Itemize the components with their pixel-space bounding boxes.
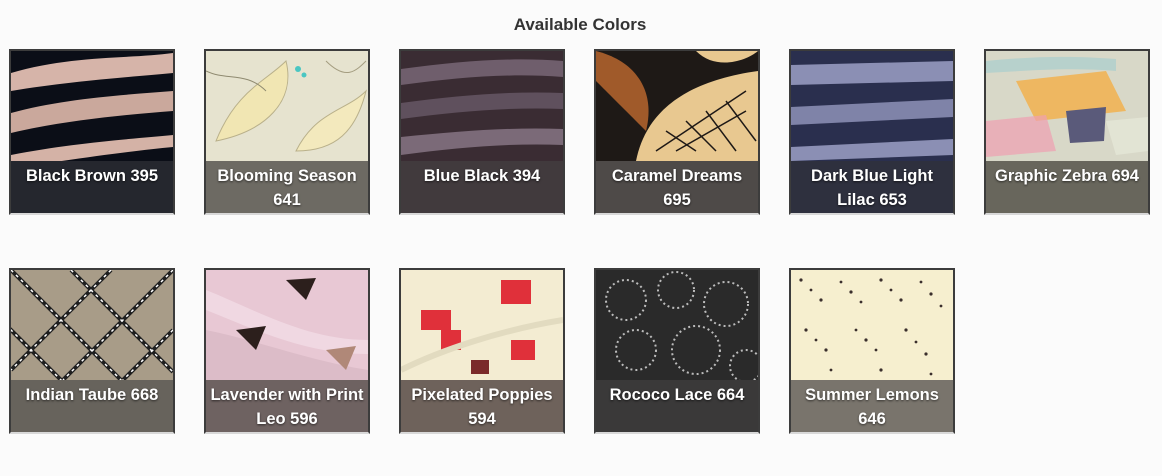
page-title: Available Colors — [513, 15, 647, 34]
swatch-label: Blue Black 394 — [423, 167, 541, 185]
fabric-pattern-black-brown — [11, 51, 173, 161]
fabric-pattern-graphic-zebra — [986, 51, 1148, 161]
fabric-pattern-lavender-print — [206, 270, 368, 380]
fabric-pattern-dark-blue-lilac — [791, 51, 953, 161]
fabric-pattern-blooming — [206, 51, 368, 161]
swatch-image — [791, 270, 953, 380]
swatch-label: Dark Blue Light Lilac 653 — [811, 167, 933, 209]
swatch-image — [596, 270, 758, 380]
swatch-label: Rococo Lace 664 — [609, 386, 745, 404]
swatch-rococo-lace-664[interactable]: Rococo Lace 664 — [594, 268, 760, 434]
swatch-label: Pixelated Poppies 594 — [411, 386, 553, 428]
swatch-image — [206, 51, 368, 161]
swatch-image — [11, 51, 173, 161]
swatch-label: Lavender with Print Leo 596 — [210, 386, 364, 428]
swatch-image — [11, 270, 173, 380]
fabric-pattern-blue-black — [401, 51, 563, 161]
swatch-label: Summer Lemons 646 — [805, 386, 939, 428]
fabric-pattern-indian-taube — [11, 270, 173, 380]
swatch-indian-taube-668[interactable]: Indian Taube 668 — [9, 268, 175, 434]
swatch-image — [401, 51, 563, 161]
swatch-image — [596, 51, 758, 161]
swatch-image — [791, 51, 953, 161]
swatch-label: Black Brown 395 — [25, 167, 159, 185]
swatch-black-brown-395[interactable]: Black Brown 395 — [9, 49, 175, 215]
swatch-summer-lemons-646[interactable]: Summer Lemons 646 — [789, 268, 955, 434]
fabric-pattern-pixelated-poppies — [401, 270, 563, 380]
fabric-pattern-rococo-lace — [596, 270, 758, 380]
swatch-image — [401, 270, 563, 380]
swatch-blooming-season-641[interactable]: Blooming Season 641 — [204, 49, 370, 215]
swatch-label: Indian Taube 668 — [25, 386, 159, 404]
swatch-dark-blue-light-lilac-653[interactable]: Dark Blue Light Lilac 653 — [789, 49, 955, 215]
swatch-label: Graphic Zebra 694 — [995, 167, 1139, 185]
swatch-blue-black-394[interactable]: Blue Black 394 — [399, 49, 565, 215]
swatch-pixelated-poppies-594[interactable]: Pixelated Poppies 594 — [399, 268, 565, 434]
fabric-pattern-caramel — [596, 51, 758, 161]
swatch-label: Caramel Dreams 695 — [611, 167, 743, 209]
swatch-image — [206, 270, 368, 380]
swatch-label: Blooming Season 641 — [217, 167, 357, 209]
swatch-graphic-zebra-694[interactable]: Graphic Zebra 694 — [984, 49, 1150, 215]
swatch-caramel-dreams-695[interactable]: Caramel Dreams 695 — [594, 49, 760, 215]
swatch-lavender-with-print-leo-596[interactable]: Lavender with Print Leo 596 — [204, 268, 370, 434]
fabric-pattern-summer-lemons — [791, 270, 953, 380]
swatch-image — [986, 51, 1148, 161]
